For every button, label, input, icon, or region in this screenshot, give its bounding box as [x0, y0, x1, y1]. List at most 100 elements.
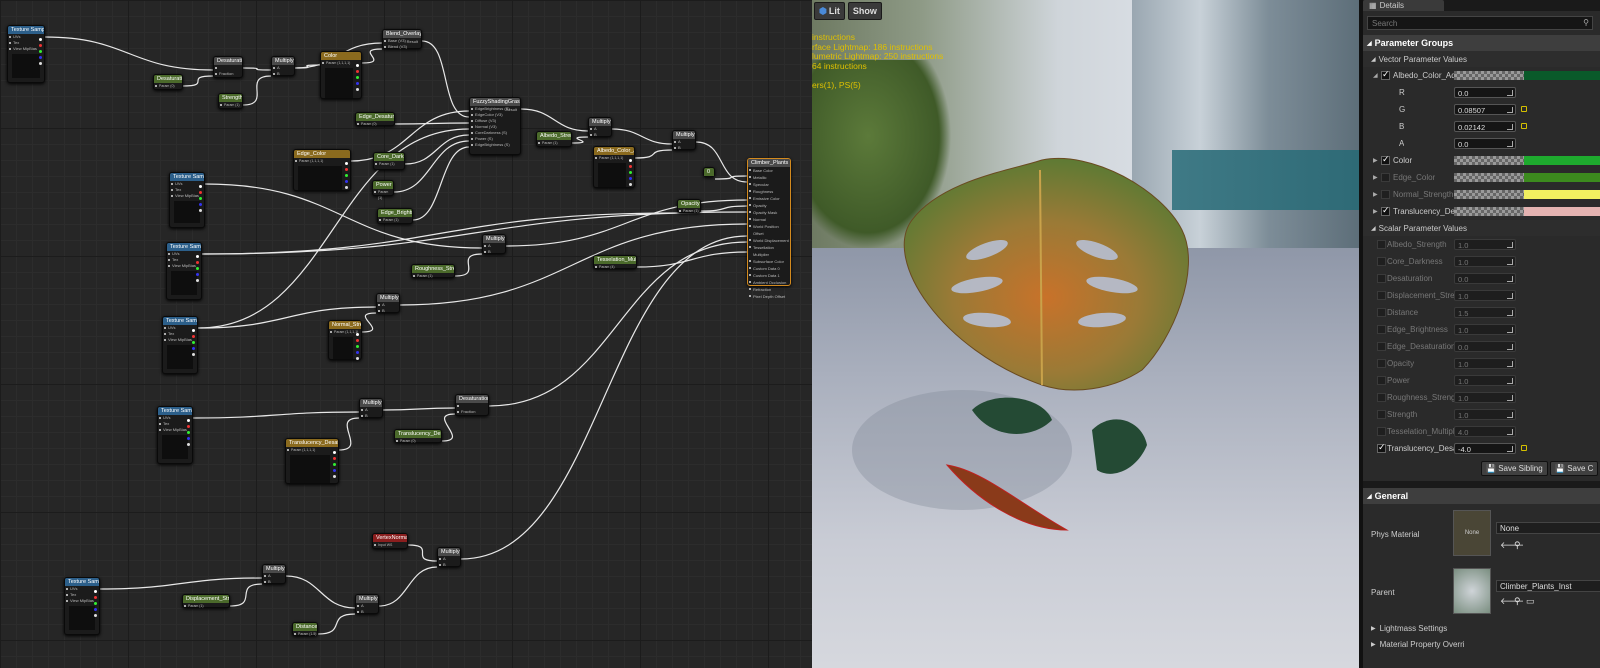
- graph-wire[interactable]: [378, 566, 438, 607]
- output-pin[interactable]: [94, 602, 97, 605]
- scalar-param-value-input[interactable]: 1.0: [1454, 375, 1516, 386]
- scalar-param-checkbox[interactable]: [1377, 359, 1386, 368]
- scalar-parameter-values-header[interactable]: ◢ Scalar Parameter Values: [1363, 220, 1600, 236]
- parameter-node[interactable]: 0: [703, 167, 715, 177]
- reset-to-default-icon[interactable]: [1521, 106, 1527, 112]
- material-graph-editor[interactable]: Texture SampleUVsTexView MipBias Desatura…: [0, 0, 812, 668]
- reset-to-default-icon[interactable]: [1521, 123, 1527, 129]
- output-pin[interactable]: [196, 279, 199, 282]
- output-pin[interactable]: [345, 174, 348, 177]
- graph-wire[interactable]: [192, 411, 360, 419]
- parameter-node[interactable]: Albedo_StrengthParam (1): [536, 131, 572, 147]
- vector-param-checkbox[interactable]: [1381, 190, 1390, 199]
- reset-to-default-icon[interactable]: [1521, 445, 1527, 451]
- texture-sample-node[interactable]: Texture SampleUVsTexView MipBias: [166, 242, 202, 300]
- output-pin[interactable]: [94, 596, 97, 599]
- output-pin[interactable]: [356, 345, 359, 348]
- graph-wire[interactable]: [338, 417, 360, 451]
- input-pin[interactable]: Tessellation Multiplier: [748, 244, 790, 258]
- collapsed-arrow-icon[interactable]: ▶: [1373, 157, 1378, 164]
- output-pin[interactable]: [356, 357, 359, 360]
- output-pin[interactable]: [187, 437, 190, 440]
- parameter-node[interactable]: Displacement_StrengthParam (1): [182, 594, 230, 608]
- browse-search-icon[interactable]: ⚲: [1514, 596, 1521, 607]
- output-pin[interactable]: [39, 50, 42, 53]
- open-asset-icon[interactable]: ▭: [1526, 596, 1535, 607]
- scalar-param-value-input[interactable]: 1.5: [1454, 307, 1516, 318]
- output-pin[interactable]: [333, 469, 336, 472]
- input-pin[interactable]: B: [263, 579, 285, 585]
- output-pin[interactable]: [356, 82, 359, 85]
- function-node[interactable]: Multiply A B: [376, 293, 400, 313]
- vector-color-swatch[interactable]: [1454, 190, 1600, 199]
- function-node[interactable]: Multiply A B: [482, 234, 506, 254]
- input-pin[interactable]: Specular: [748, 181, 790, 188]
- input-pin[interactable]: B: [673, 145, 695, 151]
- collapsed-arrow-icon[interactable]: ▶: [1373, 191, 1378, 198]
- output-pin[interactable]: [333, 457, 336, 460]
- output-pin[interactable]: [356, 64, 359, 67]
- scalar-param-checkbox[interactable]: [1377, 376, 1386, 385]
- graph-wire[interactable]: [460, 235, 748, 560]
- graph-wire[interactable]: [394, 122, 470, 125]
- texture-sample-node[interactable]: Texture SampleUVsTexView MipBias: [157, 406, 193, 464]
- scalar-param-value-input[interactable]: 1.0: [1454, 256, 1516, 267]
- output-pin[interactable]: [629, 165, 632, 168]
- parameter-node[interactable]: Distance Param (1.5): [292, 622, 318, 636]
- parameter-node[interactable]: Normal_StrengthParam (1,1,1,1): [328, 320, 362, 360]
- output-pin[interactable]: [199, 203, 202, 206]
- input-pin[interactable]: World Position Offset: [748, 223, 790, 237]
- input-pin[interactable]: Roughness: [748, 188, 790, 195]
- output-pin[interactable]: [39, 44, 42, 47]
- output-pin[interactable]: [94, 608, 97, 611]
- output-pin[interactable]: [192, 341, 195, 344]
- input-pin[interactable]: Base Color: [748, 167, 790, 174]
- graph-wire[interactable]: [242, 67, 272, 71]
- function-node[interactable]: Multiply A B: [271, 56, 295, 76]
- details-tab[interactable]: ▦ Details: [1363, 0, 1445, 11]
- output-pin[interactable]: [199, 185, 202, 188]
- graph-wire[interactable]: [361, 312, 377, 333]
- output-pin[interactable]: [345, 186, 348, 189]
- phys-material-dropdown[interactable]: None: [1496, 522, 1600, 534]
- graph-wire[interactable]: [317, 613, 356, 635]
- graph-wire[interactable]: [520, 108, 589, 132]
- function-node[interactable]: Multiply A B: [672, 130, 696, 150]
- channel-value-input[interactable]: 0.02142: [1454, 121, 1516, 132]
- output-pin[interactable]: [629, 171, 632, 174]
- output-pin[interactable]: [345, 162, 348, 165]
- channel-value-input[interactable]: 0.0: [1454, 87, 1516, 98]
- channel-value-input[interactable]: 0.08507: [1454, 104, 1516, 115]
- scalar-param-value-input[interactable]: 4.0: [1454, 426, 1516, 437]
- scalar-param-checkbox[interactable]: [1377, 442, 1386, 453]
- scalar-param-checkbox[interactable]: [1377, 393, 1386, 402]
- scalar-param-value-input[interactable]: 0.0: [1454, 341, 1516, 352]
- scalar-param-value-input[interactable]: -4.0: [1454, 443, 1516, 454]
- graph-wire[interactable]: [412, 146, 470, 221]
- parameter-node[interactable]: VertexNormalWSInput WS: [372, 533, 408, 549]
- output-pin[interactable]: [187, 419, 190, 422]
- collapsed-arrow-icon[interactable]: ▶: [1373, 208, 1378, 215]
- graph-wire[interactable]: [454, 253, 483, 277]
- function-node[interactable]: Multiply A B: [359, 398, 383, 418]
- output-pin[interactable]: [356, 88, 359, 91]
- graph-wire[interactable]: [242, 75, 272, 106]
- show-button[interactable]: Show: [847, 2, 882, 20]
- output-pin[interactable]: [356, 339, 359, 342]
- output-pin[interactable]: [187, 443, 190, 446]
- expand-arrow-icon[interactable]: ◢: [1373, 72, 1378, 79]
- output-pin[interactable]: [333, 475, 336, 478]
- output-pin[interactable]: [39, 38, 42, 41]
- function-node[interactable]: Multiply A B: [588, 117, 612, 137]
- preview-viewport[interactable]: ⬢ Lit Show instructions rface Lightmap: 18…: [812, 0, 1359, 668]
- browse-search-icon[interactable]: ⚲: [1514, 540, 1521, 551]
- input-pin[interactable]: B: [589, 132, 611, 138]
- channel-value-input[interactable]: 0.0: [1454, 138, 1516, 149]
- collapsed-arrow-icon[interactable]: ▶: [1373, 174, 1378, 181]
- scalar-param-checkbox[interactable]: [1377, 342, 1386, 351]
- scalar-param-checkbox[interactable]: [1377, 291, 1386, 300]
- scalar-param-value-input[interactable]: 1.0: [1454, 409, 1516, 420]
- graph-wire[interactable]: [382, 407, 456, 411]
- input-pin[interactable]: B: [360, 413, 382, 419]
- output-pin[interactable]: [629, 183, 632, 186]
